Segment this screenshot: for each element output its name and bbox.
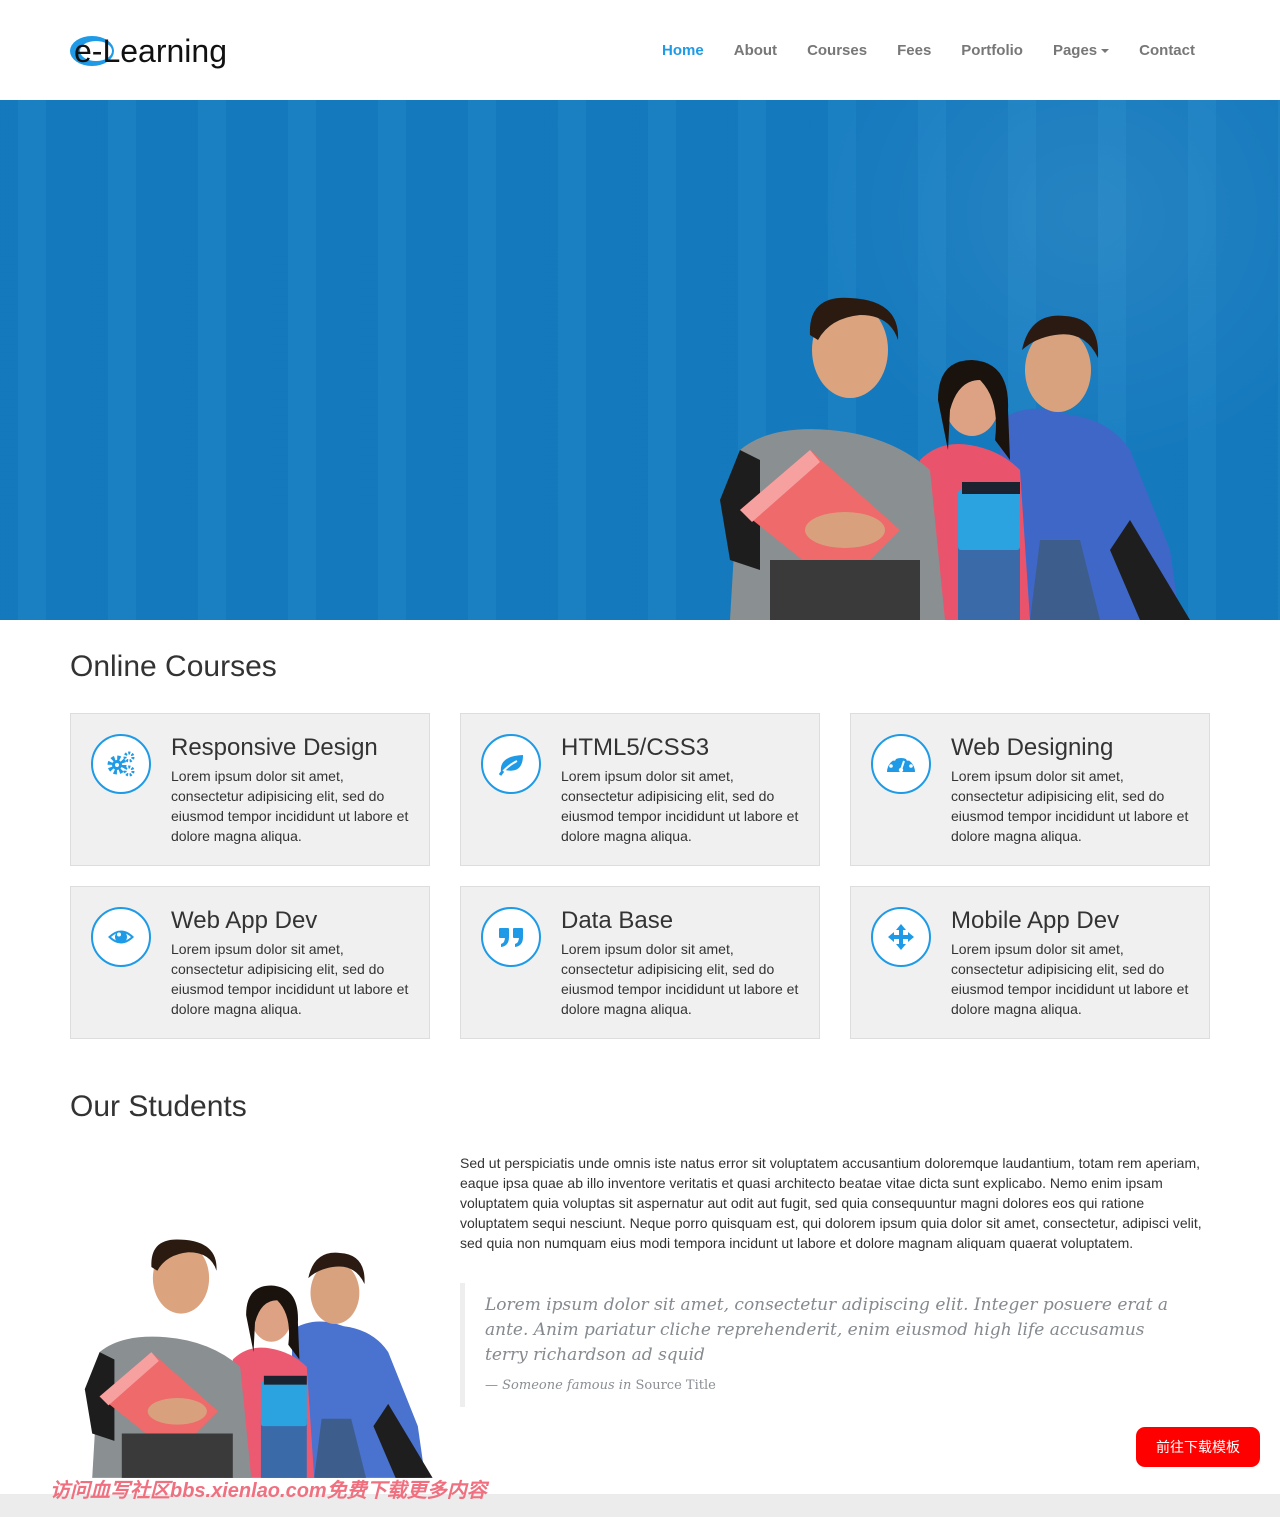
- main-nav: Home About Courses Fees Portfolio Pages …: [647, 0, 1210, 100]
- hero-banner: [0, 100, 1280, 620]
- nav-contact[interactable]: Contact: [1124, 42, 1210, 59]
- nav-courses[interactable]: Courses: [792, 42, 882, 59]
- nav-pages-dropdown[interactable]: Pages: [1038, 42, 1124, 59]
- logo-icon: e-Learning: [70, 33, 227, 69]
- nav-about[interactable]: About: [719, 42, 792, 59]
- caret-down-icon: [1101, 48, 1110, 53]
- dashboard-icon: [871, 734, 931, 794]
- course-description: Lorem ipsum dolor sit amet, consectetur …: [951, 768, 1189, 844]
- course-card[interactable]: Responsive Design Lorem ipsum dolor sit …: [70, 713, 430, 866]
- course-card[interactable]: Web Designing Lorem ipsum dolor sit amet…: [850, 713, 1210, 866]
- quote-attribution: — Someone famous in Source Title: [485, 1378, 1192, 1393]
- quote-source: Source Title: [635, 1378, 716, 1393]
- watermark-text: 访问血写社区bbs.xienlao.com免费下载更多内容: [50, 1480, 487, 1502]
- quote-text: Lorem ipsum dolor sit amet, consectetur …: [485, 1295, 1169, 1365]
- testimonial-blockquote: Lorem ipsum dolor sit amet, consectetur …: [460, 1283, 1212, 1407]
- course-card[interactable]: Data Base Lorem ipsum dolor sit amet, co…: [460, 886, 820, 1039]
- course-description: Lorem ipsum dolor sit amet, consectetur …: [171, 941, 409, 1017]
- quote-author: — Someone famous in: [485, 1378, 632, 1393]
- cogs-icon: [91, 734, 151, 794]
- move-arrows-icon: [871, 907, 931, 967]
- course-title: Web App Dev: [171, 907, 318, 934]
- students-paragraph: Sed ut perspiciatis unde omnis iste natu…: [460, 1155, 1202, 1251]
- online-courses-title: Online Courses: [70, 650, 277, 683]
- course-description: Lorem ipsum dolor sit amet, consectetur …: [171, 768, 409, 844]
- course-card[interactable]: HTML5/CSS3 Lorem ipsum dolor sit amet, c…: [460, 713, 820, 866]
- hero-students-image: [720, 297, 1190, 620]
- course-description: Lorem ipsum dolor sit amet, consectetur …: [561, 941, 799, 1017]
- course-card[interactable]: Web App Dev Lorem ipsum dolor sit amet, …: [70, 886, 430, 1039]
- course-title: Data Base: [561, 907, 674, 934]
- quote-icon: [481, 907, 541, 967]
- nav-portfolio[interactable]: Portfolio: [946, 42, 1038, 59]
- eye-icon: [91, 907, 151, 967]
- site-header: e-Learning Home About Courses Fees Portf…: [0, 0, 1280, 100]
- nav-pages-label: Pages: [1052, 41, 1098, 59]
- logo[interactable]: e-Learning: [70, 30, 236, 70]
- course-title: Mobile App Dev: [951, 907, 1120, 934]
- course-description: Lorem ipsum dolor sit amet, consectetur …: [561, 768, 799, 844]
- course-card[interactable]: Mobile App Dev Lorem ipsum dolor sit ame…: [850, 886, 1210, 1039]
- course-title: Responsive Design: [171, 734, 378, 761]
- download-template-button[interactable]: 前往下载模板: [1136, 1427, 1260, 1467]
- course-description: Lorem ipsum dolor sit amet, consectetur …: [951, 941, 1189, 1017]
- nav-home[interactable]: Home: [647, 42, 719, 59]
- our-students-title: Our Students: [70, 1090, 247, 1123]
- logo-text: e-Learning: [74, 33, 227, 69]
- course-title: Web Designing: [951, 734, 1114, 761]
- leaf-icon: [481, 734, 541, 794]
- course-title: HTML5/CSS3: [561, 734, 710, 761]
- our-students-image: [84, 1239, 433, 1478]
- nav-fees[interactable]: Fees: [882, 42, 946, 59]
